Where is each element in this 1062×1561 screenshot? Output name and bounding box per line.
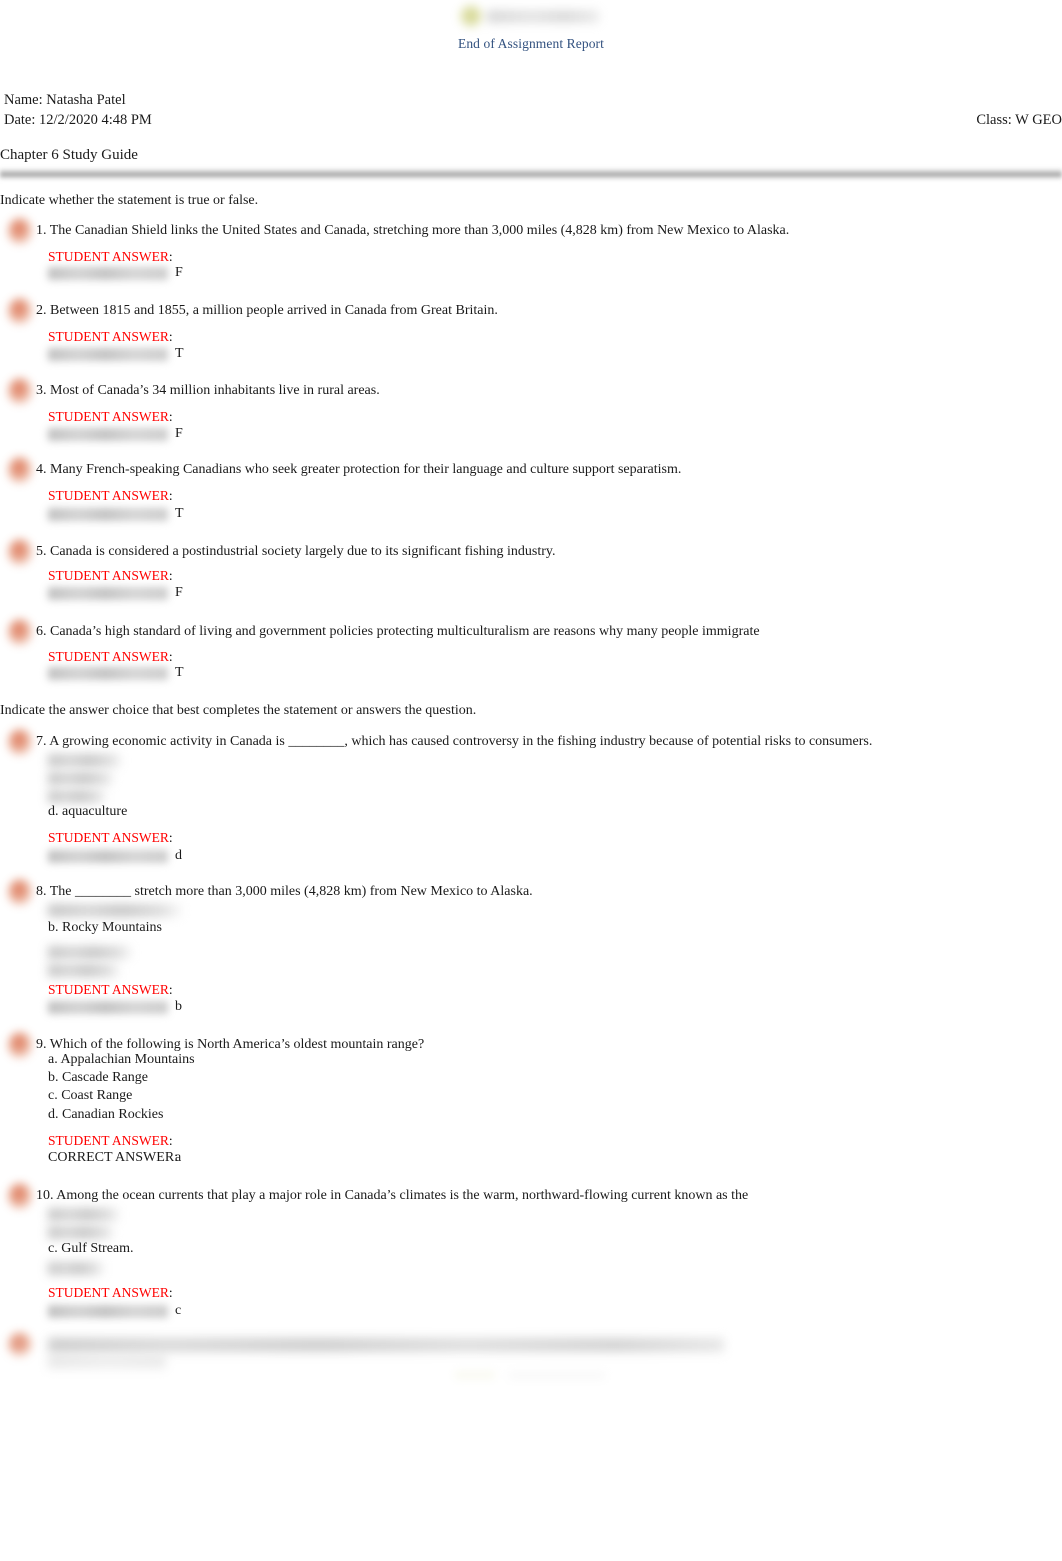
flag-marker-icon: [8, 1332, 32, 1358]
correct-answer-letter: c: [175, 1303, 182, 1318]
correct-answer-letter: F: [175, 585, 183, 600]
option-d-redacted: [48, 964, 120, 977]
correct-answer-label-redacted: [48, 587, 168, 600]
flag-marker-icon: [8, 879, 32, 905]
option-c-redacted: [48, 790, 106, 803]
student-answer-label: STUDENT ANSWER:: [48, 1285, 173, 1300]
option-c[interactable]: c. Gulf Stream.: [48, 1241, 134, 1257]
question-text: 1. The Canadian Shield links the United …: [36, 223, 790, 238]
faded-question-text: [48, 1338, 724, 1353]
correct-answer-letter: F: [175, 426, 183, 441]
correct-answer-label-redacted: [48, 850, 168, 863]
chapter-title: Chapter 6 Study Guide: [0, 147, 138, 163]
flag-marker-icon: [8, 218, 32, 244]
question-text: 8. The ________ stretch more than 3,000 …: [36, 884, 533, 899]
flag-marker-icon: [8, 539, 32, 565]
faded-option-text: [48, 1356, 166, 1370]
instruction-true-false: Indicate whether the statement is true o…: [0, 193, 259, 208]
section-divider: [0, 168, 1062, 180]
student-name: Name: Natasha Patel: [4, 92, 126, 108]
correct-answer-letter: a: [175, 1150, 182, 1165]
flag-marker-icon: [8, 729, 32, 755]
question-text: 10. Among the ocean currents that play a…: [36, 1188, 749, 1203]
correct-answer-label-redacted: [48, 1001, 168, 1014]
flag-marker-icon: [8, 1032, 32, 1058]
student-answer-label: STUDENT ANSWER:: [48, 409, 173, 424]
option-a-redacted: [48, 904, 182, 917]
correct-answer-label: CORRECT ANSWER:: [48, 1150, 179, 1165]
brand-logo-area: [0, 4, 1062, 35]
correct-answer-label-redacted: [48, 1305, 168, 1318]
correct-answer-letter: T: [175, 665, 184, 680]
option-b[interactable]: b. Rocky Mountains: [48, 920, 162, 936]
correct-answer-letter: T: [175, 346, 184, 361]
question-text: 2. Between 1815 and 1855, a million peop…: [36, 303, 498, 318]
instruction-multiple-choice: Indicate the answer choice that best com…: [0, 703, 477, 718]
option-c[interactable]: c. Coast Range: [48, 1088, 132, 1104]
cengage-footer-logo-icon: [455, 1372, 605, 1383]
correct-answer-letter: d: [175, 848, 182, 863]
correct-answer-letter: T: [175, 506, 184, 521]
student-answer-label: STUDENT ANSWER:: [48, 982, 173, 997]
option-b[interactable]: b. Cascade Range: [48, 1070, 148, 1086]
question-text: 6. Canada’s high standard of living and …: [36, 624, 760, 639]
question-text: 7. A growing economic activity in Canada…: [36, 734, 873, 749]
student-answer-label: STUDENT ANSWER:: [48, 649, 173, 664]
class-name: Class: W GEO: [976, 112, 1062, 128]
student-answer-label: STUDENT ANSWER:: [48, 830, 173, 845]
student-answer-label: STUDENT ANSWER:: [48, 1133, 173, 1148]
question-text: 3. Most of Canada’s 34 million inhabitan…: [36, 383, 380, 398]
option-b-redacted: [48, 772, 114, 785]
option-d-redacted: [48, 1262, 104, 1275]
option-c-redacted: [48, 946, 132, 959]
option-d[interactable]: d. Canadian Rockies: [48, 1107, 163, 1123]
option-a[interactable]: a. Appalachian Mountains: [48, 1052, 195, 1068]
student-answer-label: STUDENT ANSWER:: [48, 249, 173, 264]
option-b-redacted: [48, 1226, 114, 1239]
question-text: 5. Canada is considered a postindustrial…: [36, 544, 556, 559]
flag-marker-icon: [8, 1183, 32, 1209]
page-title: End of Assignment Report: [457, 36, 604, 51]
option-a-redacted: [48, 754, 122, 767]
student-answer-label: STUDENT ANSWER:: [48, 329, 173, 344]
assignment-date: Date: 12/2/2020 4:48 PM: [4, 112, 152, 128]
flag-marker-icon: [8, 457, 32, 483]
question-text: 9. Which of the following is North Ameri…: [36, 1037, 425, 1052]
flag-marker-icon: [8, 619, 32, 645]
option-a-redacted: [48, 1208, 120, 1221]
student-answer-label: STUDENT ANSWER:: [48, 488, 173, 503]
question-text: 4. Many French-speaking Canadians who se…: [36, 462, 682, 477]
correct-answer-letter: F: [175, 265, 183, 280]
correct-answer-label-redacted: [48, 428, 168, 441]
option-d[interactable]: d. aquaculture: [48, 804, 127, 820]
student-answer-label: STUDENT ANSWER:: [48, 568, 173, 583]
correct-answer-label-redacted: [48, 348, 168, 361]
cengage-logo-icon: [457, 4, 605, 30]
assignment-report-page: End of Assignment Report Name: Natasha P…: [0, 0, 1062, 1561]
flag-marker-icon: [8, 378, 32, 404]
flag-marker-icon: [8, 298, 32, 324]
correct-answer-label-redacted: [48, 508, 168, 521]
correct-answer-label-redacted: [48, 667, 168, 680]
correct-answer-letter: b: [175, 999, 182, 1014]
correct-answer-label-redacted: [48, 267, 168, 280]
